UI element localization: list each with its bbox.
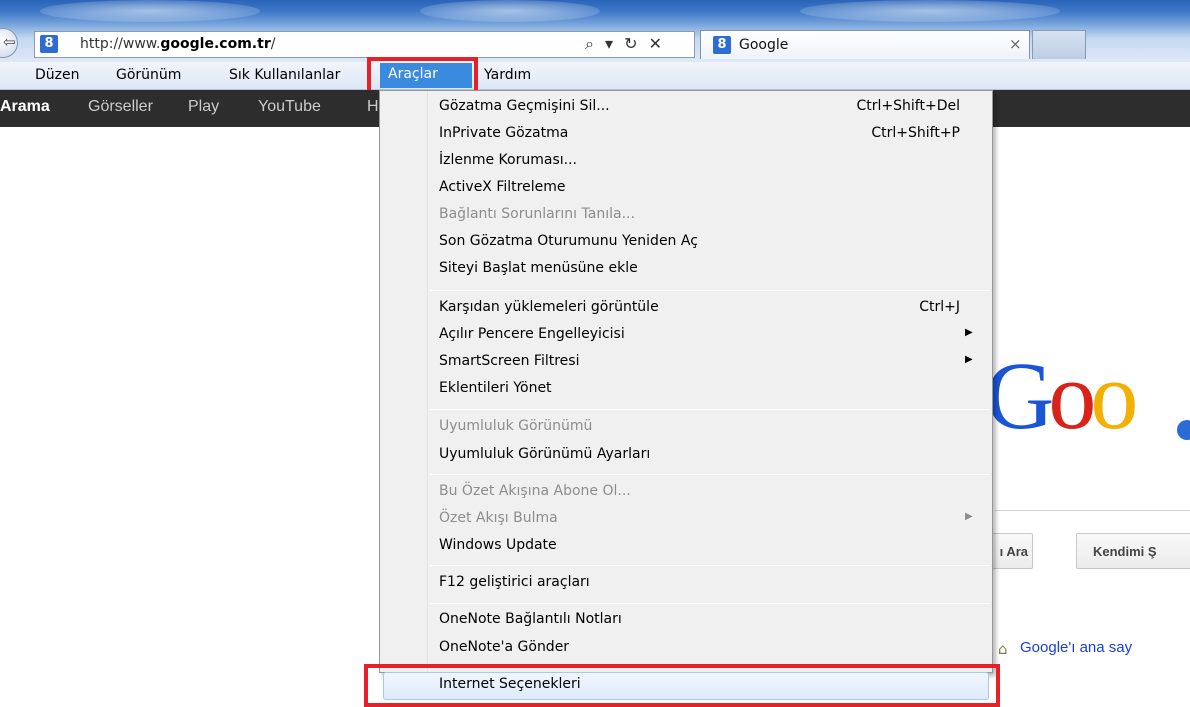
address-tools-icons[interactable]: ⌕ ▾ ↻ ✕ bbox=[585, 34, 665, 54]
menu-item-label: Karşıdan yüklemeleri görüntüle bbox=[439, 299, 659, 315]
title-glow bbox=[800, 0, 1060, 22]
menu-item-uyumluluk-gorunumu: Uyumluluk Görünümü bbox=[380, 415, 992, 441]
menu-item-izlenme-korumasi[interactable]: İzlenme Koruması... bbox=[380, 149, 992, 175]
menu-item-label: Açılır Pencere Engelleyicisi bbox=[439, 326, 625, 342]
menu-item-label: Uyumluluk Görünümü Ayarları bbox=[439, 446, 651, 462]
highlight-box-internet-secenekleri bbox=[364, 664, 1000, 707]
new-tab-button[interactable] bbox=[1032, 30, 1086, 59]
gbar-gorseller[interactable]: Görseller bbox=[88, 98, 153, 116]
gbar-more[interactable]: H bbox=[367, 98, 379, 116]
menu-item-label: Windows Update bbox=[439, 537, 557, 553]
search-input[interactable] bbox=[995, 510, 1190, 511]
menu-separator bbox=[430, 565, 990, 566]
menu-item-ozet-akisina-abone-ol: Bu Özet Akışına Abone Ol... bbox=[380, 480, 992, 506]
menu-item-ozet-akisi-bulma: Özet Akışı Bulma ▶ bbox=[380, 507, 992, 533]
logo-letter: o bbox=[1090, 342, 1138, 449]
gbar-youtube[interactable]: YouTube bbox=[258, 98, 321, 116]
menu-item-shortcut: Ctrl+Shift+P bbox=[871, 125, 960, 141]
menu-item-label: Siteyi Başlat menüsüne ekle bbox=[439, 260, 638, 276]
home-icon: ⌂ bbox=[998, 640, 1008, 658]
submenu-arrow-icon: ▶ bbox=[965, 354, 973, 365]
menu-item-label: OneNote Bağlantılı Notları bbox=[439, 611, 622, 627]
menu-item-label: Uyumluluk Görünümü bbox=[439, 418, 593, 434]
menu-item-baslat-menusune-ekle[interactable]: Siteyi Başlat menüsüne ekle bbox=[380, 257, 992, 283]
logo-letter: o bbox=[1048, 342, 1096, 449]
google-favicon-icon: 8 bbox=[40, 35, 58, 53]
browser-tab[interactable]: 8 Google × bbox=[700, 30, 1030, 59]
url-prefix: http://www. bbox=[80, 36, 161, 52]
menu-duzen[interactable]: Düzen bbox=[35, 67, 80, 83]
menu-item-son-gozatma-oturumu[interactable]: Son Gözatma Oturumunu Yeniden Aç bbox=[380, 230, 992, 256]
menu-item-f12-gelistirici[interactable]: F12 geliştirici araçları bbox=[380, 571, 992, 597]
gbar-arama[interactable]: Arama bbox=[0, 98, 50, 116]
menu-item-baglanti-sorunlari: Bağlantı Sorunlarını Tanıla... bbox=[380, 203, 992, 229]
browser-title-strip: ⇦ 8 http://www.google.com.tr/ ⌕ ▾ ↻ ✕ 8 … bbox=[0, 0, 1190, 62]
menu-item-label: Özet Akışı Bulma bbox=[439, 510, 558, 526]
menu-item-onenote-gonder[interactable]: OneNote'a Gönder bbox=[380, 636, 992, 662]
menu-item-inprivate[interactable]: InPrivate Gözatma Ctrl+Shift+P bbox=[380, 122, 992, 148]
gbar-play[interactable]: Play bbox=[188, 98, 219, 116]
menu-item-label: Eklentileri Yönet bbox=[439, 380, 552, 396]
google-logo: Goo bbox=[985, 340, 1138, 451]
submenu-arrow-icon: ▶ bbox=[965, 327, 973, 338]
menu-item-label: OneNote'a Gönder bbox=[439, 639, 570, 655]
menu-item-label: İzlenme Koruması... bbox=[439, 152, 577, 168]
title-glow bbox=[420, 0, 600, 22]
menu-item-label: Bağlantı Sorunlarını Tanıla... bbox=[439, 206, 635, 222]
menu-item-onenote-baglantili[interactable]: OneNote Bağlantılı Notları bbox=[380, 608, 992, 634]
menu-item-label: Son Gözatma Oturumunu Yeniden Aç bbox=[439, 233, 698, 249]
menu-item-shortcut: Ctrl+Shift+Del bbox=[856, 98, 960, 114]
menu-item-label: Bu Özet Akışına Abone Ol... bbox=[439, 483, 631, 499]
menu-item-acilir-pencere-engelleyicisi[interactable]: Açılır Pencere Engelleyicisi ▶ bbox=[380, 323, 992, 349]
menu-item-label: ActiveX Filtreleme bbox=[439, 179, 566, 195]
menu-yardim[interactable]: Yardım bbox=[484, 67, 531, 83]
url-text[interactable]: http://www.google.com.tr/ bbox=[80, 36, 275, 52]
menu-item-activex-filtreleme[interactable]: ActiveX Filtreleme bbox=[380, 176, 992, 202]
set-homepage-link[interactable]: Google'ı ana say bbox=[1020, 639, 1132, 656]
menu-bar: Düzen Görünüm Sık Kullanılanlar Araçlar … bbox=[0, 62, 1190, 90]
menu-separator bbox=[430, 603, 990, 604]
address-bar[interactable]: 8 http://www.google.com.tr/ ⌕ ▾ ↻ ✕ bbox=[34, 31, 695, 58]
menu-item-karsidan-yuklemeler[interactable]: Karşıdan yüklemeleri görüntüle Ctrl+J bbox=[380, 296, 992, 322]
menu-separator bbox=[430, 474, 990, 475]
menu-item-label: InPrivate Gözatma bbox=[439, 125, 569, 141]
menu-separator bbox=[430, 290, 990, 291]
menu-item-gozatma-gecmisini-sil[interactable]: Gözatma Geçmişini Sil... Ctrl+Shift+Del bbox=[380, 95, 992, 121]
menu-item-uyumluluk-ayarlari[interactable]: Uyumluluk Görünümü Ayarları bbox=[380, 443, 992, 469]
lucky-button[interactable]: Kendimi Ş bbox=[1076, 533, 1190, 569]
menu-sik-kullanilanlar[interactable]: Sık Kullanılanlar bbox=[229, 67, 340, 83]
menu-gorunum[interactable]: Görünüm bbox=[116, 67, 181, 83]
menu-item-label: SmartScreen Filtresi bbox=[439, 353, 580, 369]
submenu-arrow-icon: ▶ bbox=[965, 511, 973, 522]
menu-item-label: Gözatma Geçmişini Sil... bbox=[439, 98, 610, 114]
tab-close-icon[interactable]: × bbox=[1009, 35, 1022, 53]
url-domain: google.com.tr bbox=[160, 36, 271, 52]
menu-item-eklentileri-yonet[interactable]: Eklentileri Yönet bbox=[380, 377, 992, 403]
back-arrow-icon: ⇦ bbox=[3, 33, 16, 51]
tools-dropdown-menu: Gözatma Geçmişini Sil... Ctrl+Shift+Del … bbox=[379, 90, 993, 673]
url-suffix: / bbox=[270, 36, 276, 52]
menu-item-label: F12 geliştirici araçları bbox=[439, 574, 590, 590]
tab-title: Google bbox=[739, 37, 789, 53]
menu-item-windows-update[interactable]: Windows Update bbox=[380, 534, 992, 560]
menu-item-shortcut: Ctrl+J bbox=[919, 299, 960, 315]
google-favicon-icon: 8 bbox=[713, 36, 731, 54]
menu-separator bbox=[430, 409, 990, 410]
logo-fragment bbox=[1177, 420, 1190, 440]
title-glow bbox=[40, 0, 260, 22]
logo-letter: G bbox=[985, 342, 1054, 449]
menu-item-smartscreen-filtresi[interactable]: SmartScreen Filtresi ▶ bbox=[380, 350, 992, 376]
back-button[interactable]: ⇦ bbox=[0, 28, 18, 58]
